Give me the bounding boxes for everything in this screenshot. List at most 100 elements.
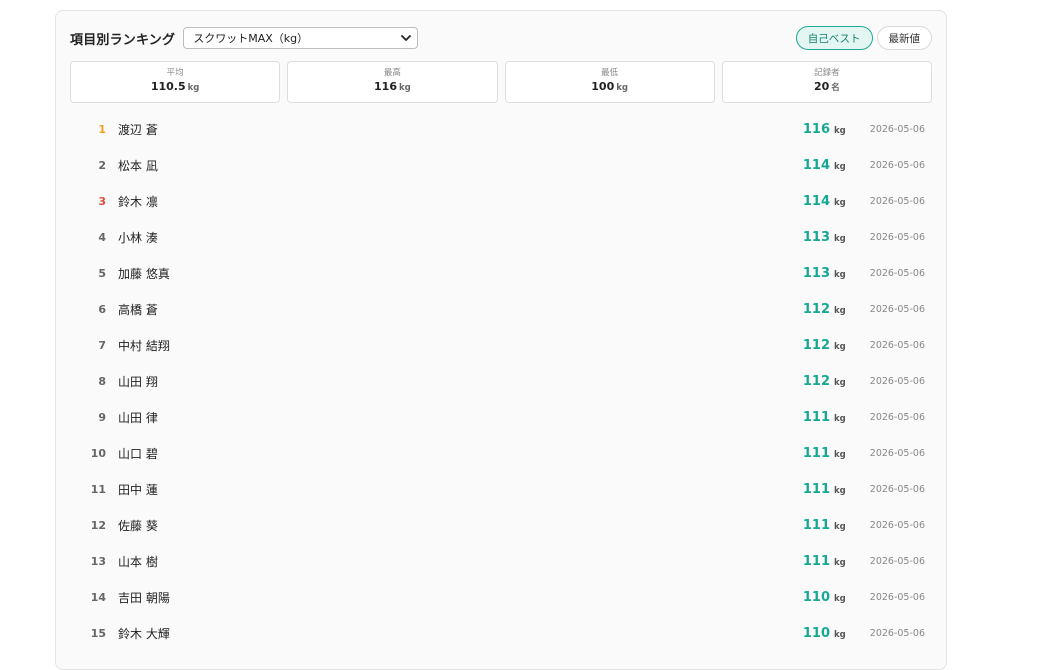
record-value: 110 <box>802 589 830 605</box>
record-date: 2026-05-06 <box>869 483 925 495</box>
page-title: 項目別ランキング <box>70 32 176 48</box>
record-unit: kg <box>834 593 846 604</box>
record-unit: kg <box>834 305 846 316</box>
ranking-row: 8 山田 翔 112 kg 2026-05-06 <box>70 363 932 399</box>
record-date: 2026-05-06 <box>869 519 925 531</box>
stat-value: 116 <box>374 80 397 93</box>
record-unit: kg <box>834 485 846 496</box>
record-value: 112 <box>802 337 830 353</box>
personal-best-toggle[interactable]: 自己ベスト <box>795 26 873 50</box>
record-date: 2026-05-06 <box>869 447 925 459</box>
stat-average: 平均 110.5 kg <box>70 61 281 103</box>
stat-unit: kg <box>616 83 628 93</box>
stat-label: 記録者 <box>814 68 840 78</box>
ranking-row: 10 山口 碧 111 kg 2026-05-06 <box>70 435 932 471</box>
ranking-card: 項目別ランキング スクワットMAX（kg） 自己ベスト 最新値 平均 110.5… <box>55 10 947 670</box>
chevron-down-icon <box>401 33 412 43</box>
record-value: 111 <box>802 445 830 461</box>
record-unit: kg <box>834 161 846 172</box>
record-date: 2026-05-06 <box>869 339 925 351</box>
rank-number: 13 <box>90 554 106 568</box>
record-date: 2026-05-06 <box>869 267 925 279</box>
stat-max: 最高 116 kg <box>287 61 498 103</box>
stat-unit: kg <box>398 83 411 93</box>
ranking-row: 4 小林 湊 113 kg 2026-05-06 <box>70 219 932 255</box>
record-value: 114 <box>802 157 830 173</box>
stat-label: 最高 <box>383 68 401 78</box>
record-value: 111 <box>802 517 830 533</box>
rank-number: 4 <box>98 230 106 244</box>
athlete-name: 山本 樹 <box>118 554 158 569</box>
rank-number: 6 <box>98 302 106 316</box>
record-value: 114 <box>802 193 830 209</box>
ranking-row: 3 鈴木 凛 114 kg 2026-05-06 <box>70 183 932 219</box>
record-value: 113 <box>802 229 830 245</box>
record-date: 2026-05-06 <box>869 303 925 315</box>
athlete-name: 山口 碧 <box>118 446 158 461</box>
rank-number: 1 <box>98 122 106 136</box>
event-select[interactable]: スクワットMAX（kg） <box>183 27 419 49</box>
ranking-row: 9 山田 律 111 kg 2026-05-06 <box>70 399 932 435</box>
ranking-row: 7 中村 結翔 112 kg 2026-05-06 <box>70 327 932 363</box>
record-unit: kg <box>834 521 846 532</box>
stat-value: 110.5 <box>150 80 186 93</box>
record-value: 116 <box>802 121 830 137</box>
record-value: 112 <box>802 373 830 389</box>
athlete-name: 高橋 蒼 <box>118 302 158 317</box>
ranking-row: 15 鈴木 大輝 110 kg 2026-05-06 <box>70 615 932 651</box>
record-date: 2026-05-06 <box>869 627 925 639</box>
athlete-name: 鈴木 大輝 <box>118 626 170 641</box>
record-unit: kg <box>834 341 846 352</box>
record-unit: kg <box>834 629 846 640</box>
rank-number: 2 <box>98 158 106 172</box>
rank-number: 12 <box>90 518 106 532</box>
mode-toggle-group: 自己ベスト 最新値 <box>795 26 932 50</box>
rank-number: 14 <box>90 590 106 604</box>
rank-number: 8 <box>98 374 106 388</box>
record-unit: kg <box>834 449 846 460</box>
event-select-value: スクワットMAX（kg） <box>193 32 309 45</box>
athlete-name: 山田 律 <box>118 410 158 425</box>
record-value: 113 <box>802 265 830 281</box>
record-date: 2026-05-06 <box>869 159 925 171</box>
stat-label: 平均 <box>166 68 184 78</box>
stats-summary: 平均 110.5 kg 最高 116 kg 最低 100 kg 記録者 20 名 <box>70 61 932 103</box>
record-date: 2026-05-06 <box>869 195 925 207</box>
ranking-header: 項目別ランキング スクワットMAX（kg） 自己ベスト 最新値 <box>70 26 932 50</box>
rank-number: 15 <box>90 626 106 640</box>
ranking-row: 11 田中 蓮 111 kg 2026-05-06 <box>70 471 932 507</box>
stat-label: 最低 <box>601 68 619 78</box>
rank-number: 9 <box>98 410 106 424</box>
stat-unit: 名 <box>831 83 840 93</box>
record-date: 2026-05-06 <box>869 411 925 423</box>
record-unit: kg <box>834 557 846 568</box>
record-date: 2026-05-06 <box>869 555 925 567</box>
record-unit: kg <box>834 269 846 280</box>
record-value: 111 <box>802 481 830 497</box>
record-value: 112 <box>802 301 830 317</box>
athlete-name: 小林 湊 <box>118 230 158 245</box>
ranking-row: 6 高橋 蒼 112 kg 2026-05-06 <box>70 291 932 327</box>
ranking-row: 13 山本 樹 111 kg 2026-05-06 <box>70 543 932 579</box>
stat-recorders: 記録者 20 名 <box>721 61 932 103</box>
stat-value: 100 <box>591 80 615 93</box>
athlete-name: 渡辺 蒼 <box>118 122 158 137</box>
record-date: 2026-05-06 <box>869 375 925 387</box>
athlete-name: 佐藤 葵 <box>118 518 158 533</box>
ranking-row: 5 加藤 悠真 113 kg 2026-05-06 <box>70 255 932 291</box>
athlete-name: 鈴木 凛 <box>118 194 158 209</box>
rank-number: 7 <box>98 338 106 352</box>
latest-value-toggle[interactable]: 最新値 <box>876 26 932 50</box>
stat-min: 最低 100 kg <box>504 61 715 103</box>
record-unit: kg <box>834 233 846 244</box>
record-unit: kg <box>834 377 846 388</box>
record-date: 2026-05-06 <box>869 591 925 603</box>
ranking-row: 12 佐藤 葵 111 kg 2026-05-06 <box>70 507 932 543</box>
record-value: 111 <box>802 553 830 569</box>
record-unit: kg <box>834 413 846 424</box>
ranking-row: 1 渡辺 蒼 116 kg 2026-05-06 <box>70 111 932 147</box>
athlete-name: 山田 翔 <box>118 374 158 389</box>
athlete-name: 中村 結翔 <box>118 338 170 353</box>
rank-number: 3 <box>98 194 106 208</box>
stat-unit: kg <box>187 83 200 93</box>
